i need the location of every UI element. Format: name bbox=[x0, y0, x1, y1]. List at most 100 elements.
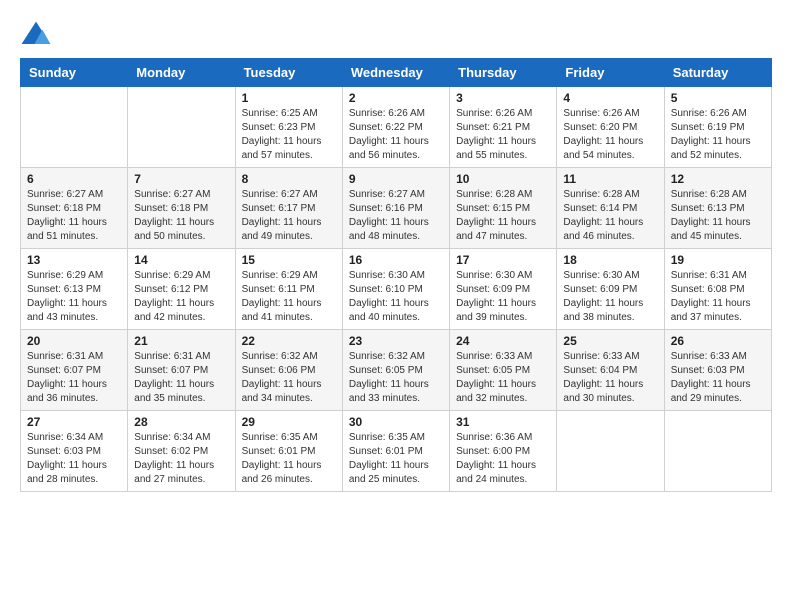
calendar-cell: 7 Sunrise: 6:27 AM Sunset: 6:18 PM Daylig… bbox=[128, 168, 235, 249]
day-number: 1 bbox=[242, 91, 336, 105]
cell-content: Sunrise: 6:26 AM Sunset: 6:22 PM Dayligh… bbox=[349, 107, 443, 163]
day-number: 17 bbox=[456, 253, 550, 267]
day-number: 15 bbox=[242, 253, 336, 267]
cell-content: Sunrise: 6:32 AM Sunset: 6:06 PM Dayligh… bbox=[242, 350, 336, 406]
day-number: 24 bbox=[456, 334, 550, 348]
day-number: 23 bbox=[349, 334, 443, 348]
calendar-cell: 18 Sunrise: 6:30 AM Sunset: 6:09 PM Dayli… bbox=[557, 249, 664, 330]
calendar-cell: 5 Sunrise: 6:26 AM Sunset: 6:19 PM Daylig… bbox=[664, 87, 771, 168]
cell-content: Sunrise: 6:27 AM Sunset: 6:17 PM Dayligh… bbox=[242, 188, 336, 244]
day-number: 3 bbox=[456, 91, 550, 105]
calendar-cell: 27 Sunrise: 6:34 AM Sunset: 6:03 PM Dayli… bbox=[21, 411, 128, 492]
cell-content: Sunrise: 6:30 AM Sunset: 6:10 PM Dayligh… bbox=[349, 269, 443, 325]
cell-content: Sunrise: 6:29 AM Sunset: 6:13 PM Dayligh… bbox=[27, 269, 121, 325]
day-number: 21 bbox=[134, 334, 228, 348]
calendar-week-3: 13 Sunrise: 6:29 AM Sunset: 6:13 PM Dayli… bbox=[21, 249, 772, 330]
calendar-cell: 26 Sunrise: 6:33 AM Sunset: 6:03 PM Dayli… bbox=[664, 330, 771, 411]
cell-content: Sunrise: 6:33 AM Sunset: 6:04 PM Dayligh… bbox=[563, 350, 657, 406]
calendar-cell: 13 Sunrise: 6:29 AM Sunset: 6:13 PM Dayli… bbox=[21, 249, 128, 330]
calendar-cell: 29 Sunrise: 6:35 AM Sunset: 6:01 PM Dayli… bbox=[235, 411, 342, 492]
calendar-cell: 2 Sunrise: 6:26 AM Sunset: 6:22 PM Daylig… bbox=[342, 87, 449, 168]
calendar-cell: 22 Sunrise: 6:32 AM Sunset: 6:06 PM Dayli… bbox=[235, 330, 342, 411]
cell-content: Sunrise: 6:32 AM Sunset: 6:05 PM Dayligh… bbox=[349, 350, 443, 406]
cell-content: Sunrise: 6:26 AM Sunset: 6:21 PM Dayligh… bbox=[456, 107, 550, 163]
weekday-header-wednesday: Wednesday bbox=[342, 59, 449, 87]
day-number: 10 bbox=[456, 172, 550, 186]
cell-content: Sunrise: 6:28 AM Sunset: 6:15 PM Dayligh… bbox=[456, 188, 550, 244]
day-number: 20 bbox=[27, 334, 121, 348]
day-number: 26 bbox=[671, 334, 765, 348]
weekday-header-tuesday: Tuesday bbox=[235, 59, 342, 87]
calendar-week-2: 6 Sunrise: 6:27 AM Sunset: 6:18 PM Daylig… bbox=[21, 168, 772, 249]
calendar-cell: 4 Sunrise: 6:26 AM Sunset: 6:20 PM Daylig… bbox=[557, 87, 664, 168]
weekday-header-monday: Monday bbox=[128, 59, 235, 87]
day-number: 25 bbox=[563, 334, 657, 348]
weekday-header-thursday: Thursday bbox=[450, 59, 557, 87]
page-header bbox=[20, 20, 772, 48]
logo-icon bbox=[20, 20, 52, 48]
calendar-cell: 11 Sunrise: 6:28 AM Sunset: 6:14 PM Dayli… bbox=[557, 168, 664, 249]
calendar-cell: 15 Sunrise: 6:29 AM Sunset: 6:11 PM Dayli… bbox=[235, 249, 342, 330]
calendar-cell: 3 Sunrise: 6:26 AM Sunset: 6:21 PM Daylig… bbox=[450, 87, 557, 168]
day-number: 2 bbox=[349, 91, 443, 105]
cell-content: Sunrise: 6:25 AM Sunset: 6:23 PM Dayligh… bbox=[242, 107, 336, 163]
cell-content: Sunrise: 6:30 AM Sunset: 6:09 PM Dayligh… bbox=[563, 269, 657, 325]
cell-content: Sunrise: 6:29 AM Sunset: 6:11 PM Dayligh… bbox=[242, 269, 336, 325]
day-number: 18 bbox=[563, 253, 657, 267]
calendar-cell bbox=[557, 411, 664, 492]
cell-content: Sunrise: 6:29 AM Sunset: 6:12 PM Dayligh… bbox=[134, 269, 228, 325]
calendar-cell: 28Sunrise: 6:34 AM Sunset: 6:02 PM Dayli… bbox=[128, 411, 235, 492]
day-number: 11 bbox=[563, 172, 657, 186]
day-number: 27 bbox=[27, 415, 121, 429]
calendar-cell: 10 Sunrise: 6:28 AM Sunset: 6:15 PM Dayli… bbox=[450, 168, 557, 249]
calendar-week-4: 20 Sunrise: 6:31 AM Sunset: 6:07 PM Dayli… bbox=[21, 330, 772, 411]
day-number: 14 bbox=[134, 253, 228, 267]
calendar-cell: 8 Sunrise: 6:27 AM Sunset: 6:17 PM Daylig… bbox=[235, 168, 342, 249]
day-number: 22 bbox=[242, 334, 336, 348]
cell-content: Sunrise: 6:27 AM Sunset: 6:18 PM Dayligh… bbox=[27, 188, 121, 244]
cell-content: Sunrise: 6:33 AM Sunset: 6:05 PM Dayligh… bbox=[456, 350, 550, 406]
calendar-cell: 9Sunrise: 6:27 AM Sunset: 6:16 PM Daylig… bbox=[342, 168, 449, 249]
cell-content: Sunrise: 6:36 AM Sunset: 6:00 PM Dayligh… bbox=[456, 431, 550, 487]
weekday-header-friday: Friday bbox=[557, 59, 664, 87]
weekday-header-saturday: Saturday bbox=[664, 59, 771, 87]
cell-content: Sunrise: 6:33 AM Sunset: 6:03 PM Dayligh… bbox=[671, 350, 765, 406]
calendar-cell: 24 Sunrise: 6:33 AM Sunset: 6:05 PM Dayli… bbox=[450, 330, 557, 411]
calendar-cell: 23 Sunrise: 6:32 AM Sunset: 6:05 PM Dayli… bbox=[342, 330, 449, 411]
cell-content: Sunrise: 6:27 AM Sunset: 6:16 PM Dayligh… bbox=[349, 188, 443, 244]
day-number: 6 bbox=[27, 172, 121, 186]
cell-content: Sunrise: 6:26 AM Sunset: 6:20 PM Dayligh… bbox=[563, 107, 657, 163]
cell-content: Sunrise: 6:31 AM Sunset: 6:08 PM Dayligh… bbox=[671, 269, 765, 325]
day-number: 5 bbox=[671, 91, 765, 105]
calendar-cell: 30 Sunrise: 6:35 AM Sunset: 6:01 PM Dayli… bbox=[342, 411, 449, 492]
day-number: 7 bbox=[134, 172, 228, 186]
calendar-cell: 21Sunrise: 6:31 AM Sunset: 6:07 PM Dayli… bbox=[128, 330, 235, 411]
cell-content: Sunrise: 6:35 AM Sunset: 6:01 PM Dayligh… bbox=[242, 431, 336, 487]
day-number: 29 bbox=[242, 415, 336, 429]
day-number: 13 bbox=[27, 253, 121, 267]
calendar: SundayMondayTuesdayWednesdayThursdayFrid… bbox=[20, 58, 772, 492]
calendar-cell: 19Sunrise: 6:31 AM Sunset: 6:08 PM Dayli… bbox=[664, 249, 771, 330]
calendar-cell bbox=[21, 87, 128, 168]
calendar-week-5: 27 Sunrise: 6:34 AM Sunset: 6:03 PM Dayli… bbox=[21, 411, 772, 492]
calendar-cell: 17 Sunrise: 6:30 AM Sunset: 6:09 PM Dayli… bbox=[450, 249, 557, 330]
calendar-cell bbox=[128, 87, 235, 168]
cell-content: Sunrise: 6:28 AM Sunset: 6:14 PM Dayligh… bbox=[563, 188, 657, 244]
day-number: 30 bbox=[349, 415, 443, 429]
cell-content: Sunrise: 6:34 AM Sunset: 6:03 PM Dayligh… bbox=[27, 431, 121, 487]
cell-content: Sunrise: 6:27 AM Sunset: 6:18 PM Dayligh… bbox=[134, 188, 228, 244]
day-number: 4 bbox=[563, 91, 657, 105]
calendar-cell: 12Sunrise: 6:28 AM Sunset: 6:13 PM Dayli… bbox=[664, 168, 771, 249]
calendar-cell: 6 Sunrise: 6:27 AM Sunset: 6:18 PM Daylig… bbox=[21, 168, 128, 249]
cell-content: Sunrise: 6:30 AM Sunset: 6:09 PM Dayligh… bbox=[456, 269, 550, 325]
cell-content: Sunrise: 6:34 AM Sunset: 6:02 PM Dayligh… bbox=[134, 431, 228, 487]
day-number: 31 bbox=[456, 415, 550, 429]
calendar-cell: 14 Sunrise: 6:29 AM Sunset: 6:12 PM Dayli… bbox=[128, 249, 235, 330]
cell-content: Sunrise: 6:26 AM Sunset: 6:19 PM Dayligh… bbox=[671, 107, 765, 163]
cell-content: Sunrise: 6:31 AM Sunset: 6:07 PM Dayligh… bbox=[27, 350, 121, 406]
day-number: 12 bbox=[671, 172, 765, 186]
day-number: 8 bbox=[242, 172, 336, 186]
cell-content: Sunrise: 6:35 AM Sunset: 6:01 PM Dayligh… bbox=[349, 431, 443, 487]
calendar-cell: 16Sunrise: 6:30 AM Sunset: 6:10 PM Dayli… bbox=[342, 249, 449, 330]
weekday-header-sunday: Sunday bbox=[21, 59, 128, 87]
